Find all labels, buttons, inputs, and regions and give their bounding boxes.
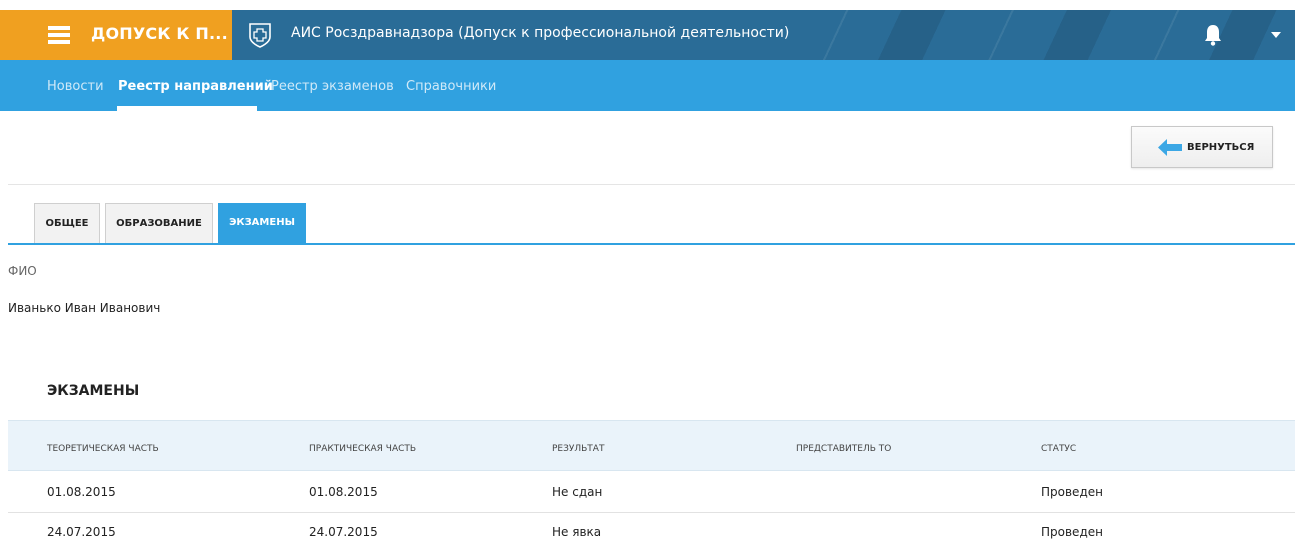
nav-item-exams-registry[interactable]: Реестр экзаменов <box>271 79 394 94</box>
column-header-status[interactable]: СТАТУС <box>1041 444 1076 454</box>
exams-section-title: ЭКЗАМЕНЫ <box>47 383 140 399</box>
table-cell: 24.07.2015 <box>47 525 116 539</box>
column-header-theory[interactable]: ТЕОРЕТИЧЕСКАЯ ЧАСТЬ <box>47 444 159 454</box>
top-bar: ДОПУСК К П... АИС Росздравнадзора (Допус… <box>0 10 1295 60</box>
brand-block[interactable]: ДОПУСК К П... <box>0 10 232 60</box>
table-cell: 01.08.2015 <box>47 485 116 499</box>
app-title: АИС Росздравнадзора (Допуск к профессион… <box>291 25 790 41</box>
tab-general[interactable]: ОБЩЕЕ <box>34 203 100 243</box>
nav-item-references[interactable]: Справочники <box>406 79 496 94</box>
fio-value: Иванько Иван Иванович <box>8 301 161 315</box>
arrow-left-icon <box>1158 139 1182 156</box>
tabs-underline <box>8 243 1295 245</box>
nav-item-news[interactable]: Новости <box>47 79 104 94</box>
table-cell: Не явка <box>552 525 602 539</box>
table-cell: Не сдан <box>552 485 603 499</box>
nav-active-indicator <box>117 106 257 111</box>
bell-icon[interactable] <box>1202 23 1224 47</box>
back-button[interactable]: ВЕРНУТЬСЯ <box>1131 126 1273 168</box>
column-header-result[interactable]: РЕЗУЛЬТАТ <box>552 444 604 454</box>
nav-item-directions-registry[interactable]: Реестр направлений <box>118 79 273 94</box>
cross-shield-icon <box>249 23 271 48</box>
column-header-practice[interactable]: ПРАКТИЧЕСКАЯ ЧАСТЬ <box>309 444 416 454</box>
back-button-label: ВЕРНУТЬСЯ <box>1187 142 1255 153</box>
tab-education[interactable]: ОБРАЗОВАНИЕ <box>105 203 213 243</box>
row-divider <box>8 512 1295 513</box>
table-cell: Проведен <box>1041 525 1103 539</box>
brand-title[interactable]: ДОПУСК К П... <box>91 24 228 43</box>
table-cell: 01.08.2015 <box>309 485 378 499</box>
table-header <box>8 420 1295 471</box>
caret-down-icon[interactable] <box>1271 32 1281 38</box>
fio-label: ФИО <box>8 264 37 278</box>
column-header-representative[interactable]: ПРЕДСТАВИТЕЛЬ ТО <box>796 444 891 454</box>
hamburger-icon[interactable] <box>48 26 70 44</box>
tab-exams[interactable]: ЭКЗАМЕНЫ <box>218 203 306 243</box>
table-cell: 24.07.2015 <box>309 525 378 539</box>
main-nav: Новости Реестр направлений Реестр экзаме… <box>0 60 1295 111</box>
table-cell: Проведен <box>1041 485 1103 499</box>
divider <box>8 184 1295 185</box>
